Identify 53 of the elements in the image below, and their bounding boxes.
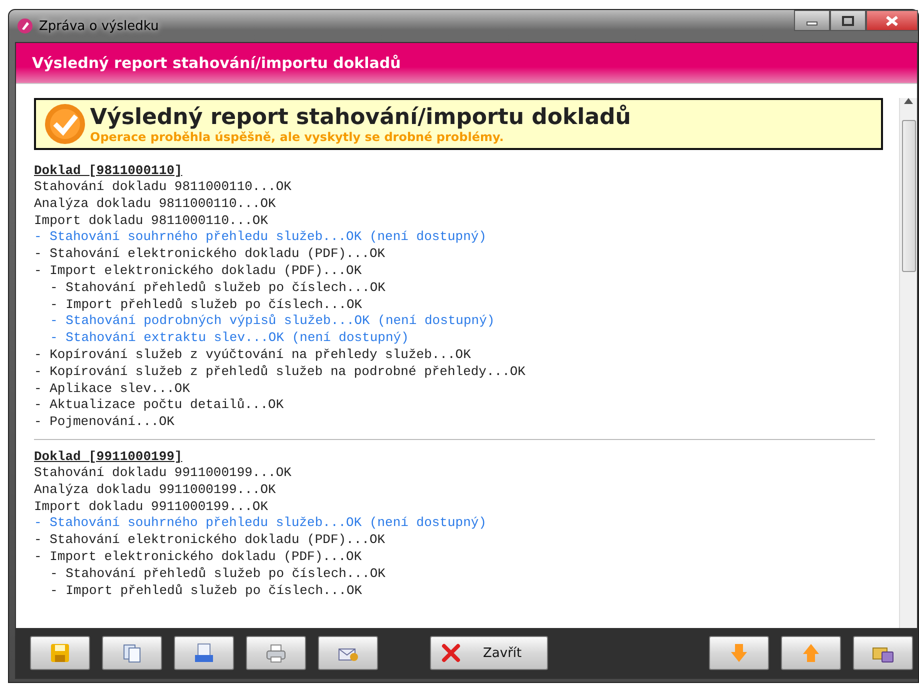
log-line: - Import přehledů služeb po číslech...OK	[50, 582, 364, 600]
scrollbar-thumb[interactable]	[902, 120, 916, 272]
close-dialog-button[interactable]: Zavřít	[430, 636, 548, 670]
print-button[interactable]	[246, 636, 306, 670]
checkmark-icon	[44, 103, 86, 145]
warning-log-line: - Stahování extraktu slev...OK (není dostupný)	[50, 330, 410, 347]
log-line: Import dokladu 9811000110...OK	[34, 212, 270, 230]
app-logo-icon	[17, 18, 33, 34]
log-line: - Kopírování služeb z vyúčtování na přehledy služeb...OK	[34, 346, 472, 364]
save-button[interactable]	[30, 636, 90, 670]
log-line: Stahování dokladu 9911000199...OK	[34, 464, 292, 482]
log-line: - Stahování přehledů služeb po číslech...OK	[50, 566, 386, 583]
log-line: Analýza dokladu 9811000110...OK	[34, 196, 277, 213]
document-heading: Doklad [9911000199]	[34, 448, 184, 465]
down-arrow-icon	[730, 643, 748, 663]
log-line: - Aplikace slev...OK	[34, 380, 192, 398]
minimize-button[interactable]	[794, 10, 830, 31]
cross-icon	[441, 643, 461, 663]
documents-icon	[122, 643, 142, 663]
banner-title: Výsledný report stahování/importu dokladů	[90, 104, 631, 130]
printer-icon	[265, 643, 287, 663]
log-line: - Kopírování služeb z přehledů služeb na podrobné přehledy...OK	[34, 364, 526, 381]
log-line: - Import elektronického dokladu (PDF)...OK	[34, 548, 363, 566]
log-line: - Stahování elektronického dokladu (PDF)...OK	[34, 246, 386, 263]
scroll-up-button[interactable]	[781, 636, 841, 670]
log-line: Analýza dokladu 9911000199...OK	[34, 482, 277, 499]
web-document-icon	[194, 643, 214, 663]
scroll-down-button[interactable]	[709, 636, 769, 670]
log-line: - Stahování elektronického dokladu (PDF)...OK	[34, 532, 386, 549]
log-line: - Import přehledů služeb po číslech...OK	[50, 296, 364, 314]
copy-button[interactable]	[102, 636, 162, 670]
document-heading: Doklad [9811000110]	[34, 162, 184, 179]
log-line: Stahování dokladu 9811000110...OK	[34, 179, 292, 196]
log-line: - Pojmenování...OK	[34, 414, 176, 431]
email-button[interactable]	[318, 636, 378, 670]
maximize-icon	[842, 16, 854, 26]
close-icon	[885, 14, 899, 26]
log-line: - Stahování přehledů služeb po číslech...OK	[50, 280, 386, 297]
log-line: Import dokladu 9911000199...OK	[34, 498, 270, 516]
maximize-button[interactable]	[830, 10, 866, 31]
up-arrow-icon	[802, 643, 820, 663]
log-line: - Import elektronického dokladu (PDF)...OK	[34, 262, 363, 280]
html-export-button[interactable]	[174, 636, 234, 670]
banner-message: Operace proběhla úspěšně, ale vyskytly se drobné problémy.	[90, 130, 505, 144]
report-header-title: Výsledný report stahování/importu dokladů	[32, 54, 401, 72]
export-button[interactable]	[853, 636, 913, 670]
close-button[interactable]	[866, 10, 918, 31]
log-line: - Aktualizace počtu detailů...OK	[34, 397, 285, 414]
warning-log-line: - Stahování podrobných výpisů služeb...OK (není dostupný)	[50, 313, 496, 330]
warning-log-line: - Stahování souhrného přehledu služeb...OK (není dostupný)	[34, 515, 488, 532]
scroll-up-icon	[904, 98, 913, 104]
warning-log-line: - Stahování souhrného přehledu služeb...OK (není dostupný)	[34, 229, 488, 246]
window-title: Zpráva o výsledku	[39, 18, 159, 34]
